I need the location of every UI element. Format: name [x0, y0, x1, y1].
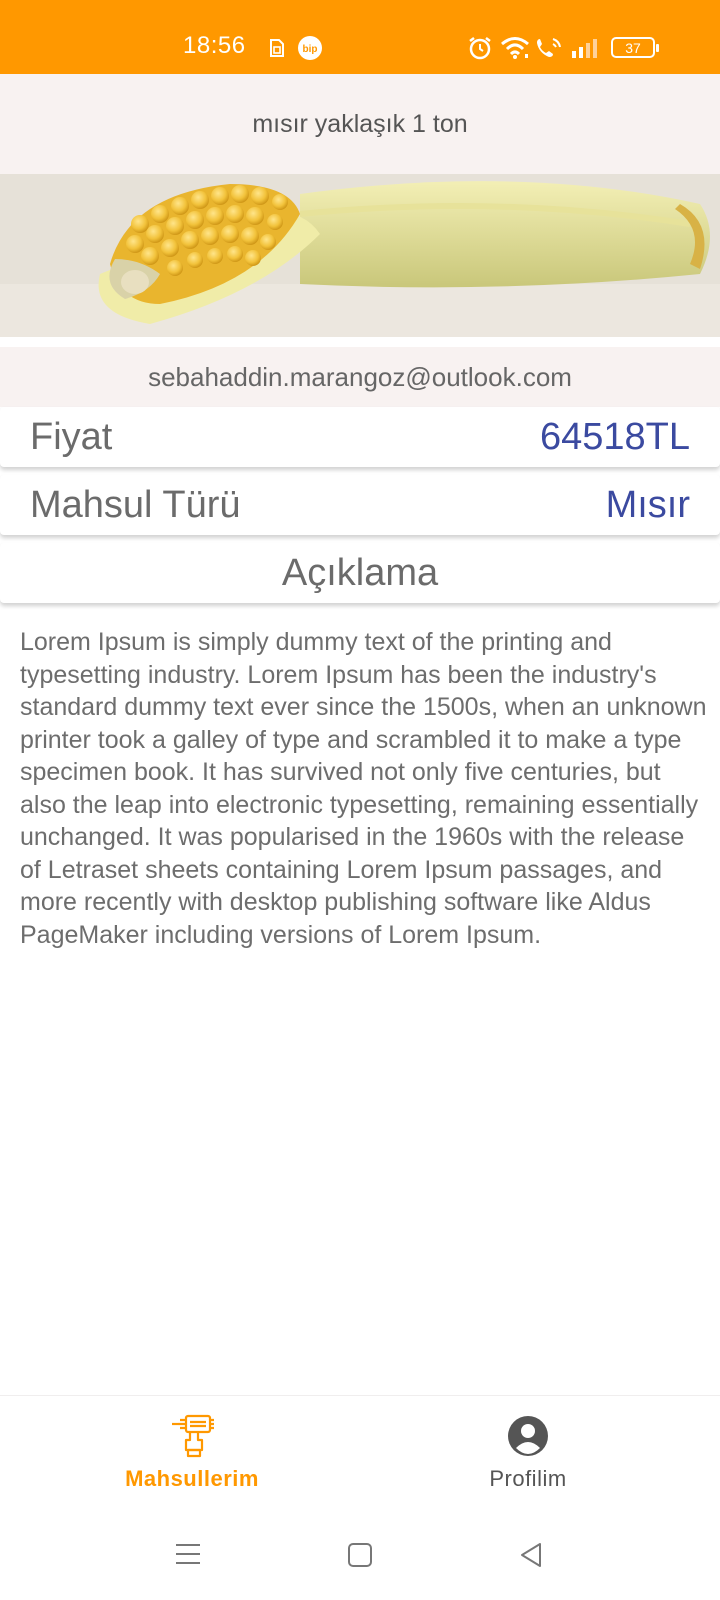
seller-email-bar: sebahaddin.marangoz@outlook.com	[0, 347, 720, 407]
nav-item-mahsullerim[interactable]: Mahsullerim	[92, 1414, 292, 1492]
seller-email: sebahaddin.marangoz@outlook.com	[148, 361, 572, 392]
crop-type-card: Mahsul Türü Mısır	[0, 475, 720, 535]
crop-type-value: Mısır	[605, 483, 690, 526]
corn-illustration	[0, 174, 720, 337]
crop-drill-icon	[172, 1414, 214, 1458]
bottom-navigation: Mahsullerim Profilim	[0, 1395, 720, 1513]
bip-icon-label: bip	[303, 44, 318, 55]
price-value: 64518TL	[539, 415, 690, 458]
page-title: mısır yaklaşık 1 ton	[252, 109, 468, 138]
volte-call-icon	[537, 38, 561, 57]
product-image	[0, 174, 720, 337]
wifi-icon	[501, 37, 529, 59]
back-icon[interactable]	[518, 1541, 546, 1569]
nav-label-profilim: Profilim	[489, 1466, 567, 1491]
nav-label-mahsullerim: Mahsullerim	[125, 1466, 259, 1491]
page-title-bar: mısır yaklaşık 1 ton	[0, 74, 720, 174]
menu-icon[interactable]	[173, 1541, 203, 1567]
description-header: Açıklama	[281, 551, 439, 594]
system-navigation-bar	[0, 1513, 720, 1600]
sim-icon	[270, 39, 284, 57]
status-time: 18:56	[183, 32, 246, 59]
battery-level: 37	[625, 39, 641, 56]
bip-icon: bip	[298, 36, 322, 60]
signal-icon	[572, 39, 597, 58]
alarm-icon	[469, 37, 491, 60]
status-bar: 18:56 bip 37	[0, 0, 720, 74]
price-label: Fiyat	[30, 415, 113, 458]
description-header-card: Açıklama	[0, 543, 720, 603]
battery-icon: 37	[611, 37, 659, 58]
account-circle-icon	[508, 1416, 548, 1456]
home-icon[interactable]	[346, 1541, 374, 1569]
nav-item-profilim[interactable]: Profilim	[428, 1414, 628, 1492]
crop-type-label: Mahsul Türü	[30, 483, 241, 526]
description-text: Lorem Ipsum is simply dummy text of the …	[20, 628, 707, 949]
price-card: Fiyat 64518TL	[0, 407, 720, 467]
